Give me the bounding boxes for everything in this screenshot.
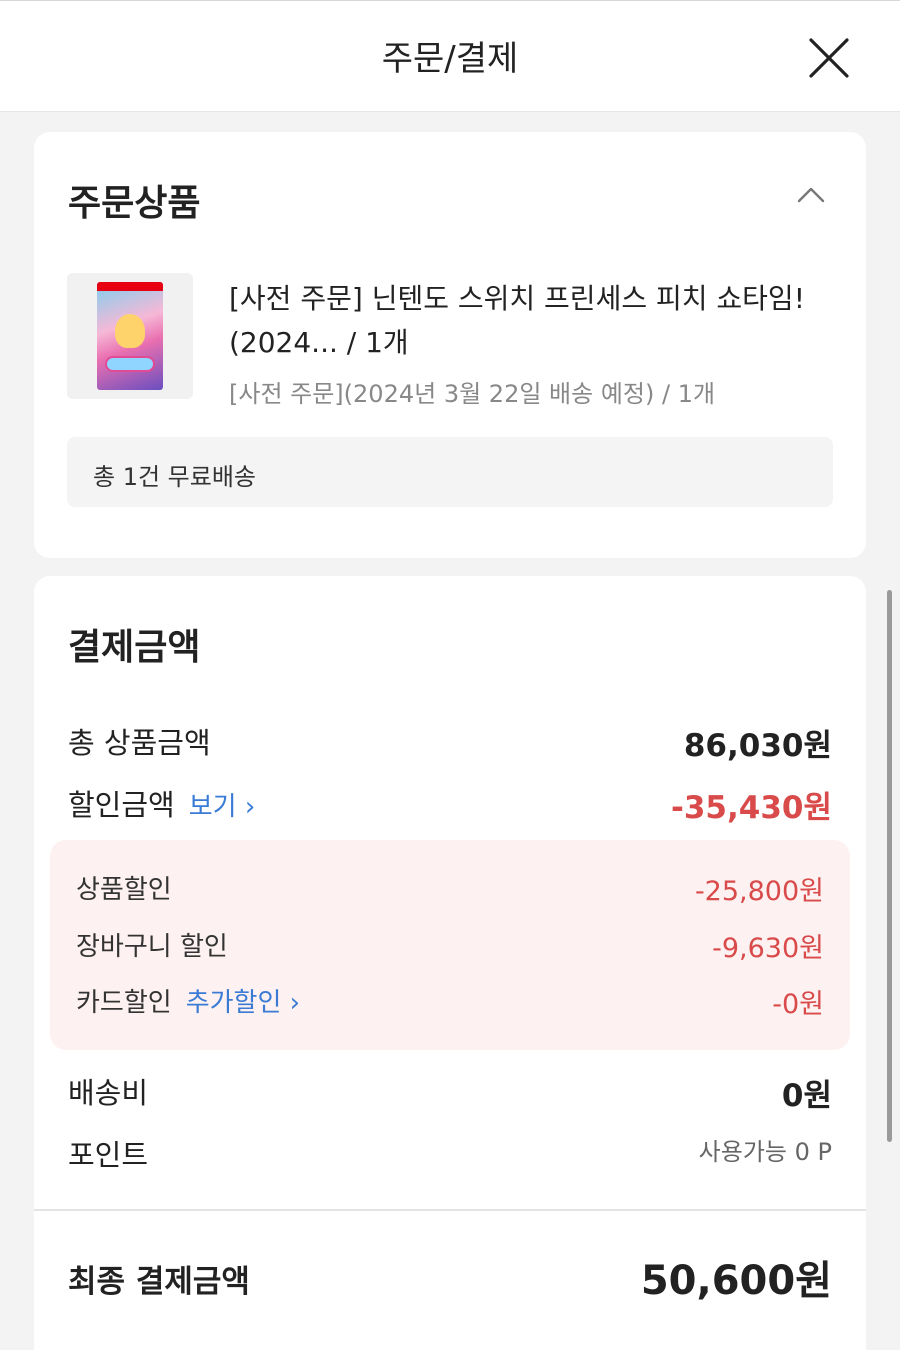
payment-section-title: 결제금액 <box>68 627 201 668</box>
shipping-summary-text: 총 1건 무료배송 <box>93 463 257 491</box>
shipping-summary-box: 총 1건 무료배송 <box>67 437 833 507</box>
points-available-value: 사용가능 0 P <box>698 1138 832 1166</box>
scrollbar[interactable] <box>887 590 892 1142</box>
cart-discount-label: 장바구니 할인 <box>76 932 228 962</box>
shipping-fee-row: 배송비 0원 <box>68 1070 832 1114</box>
close-icon[interactable] <box>808 37 850 79</box>
discount-amount-label-group: 할인금액 보기 › <box>68 782 255 824</box>
discount-view-link[interactable]: 보기 › <box>189 792 256 822</box>
product-option: [사전 주문](2024년 3월 22일 배송 예정) / 1개 <box>229 380 716 408</box>
discount-amount-label: 할인금액 <box>68 788 175 822</box>
shipping-fee-value: 0원 <box>781 1078 832 1114</box>
card-discount-label: 카드할인 <box>76 988 172 1018</box>
total-product-amount-value: 86,030원 <box>683 728 832 764</box>
discount-amount-value: -35,430원 <box>670 790 832 826</box>
card-discount-label-group: 카드할인 추가할인 › <box>76 982 300 1019</box>
discount-row-cart: 장바구니 할인 -9,630원 <box>76 926 824 964</box>
header-bar: 주문/결제 <box>0 0 900 112</box>
total-product-amount-row: 총 상품금액 86,030원 <box>68 720 832 764</box>
order-items-card: 주문상품 [사전 주문] 닌텐도 스위치 프린세스 피치 쇼타임! (2024.… <box>34 132 866 558</box>
points-label: 포인트 <box>68 1138 149 1172</box>
chevron-up-icon[interactable] <box>796 184 826 204</box>
product-name-line1: [사전 주문] 닌텐도 스위치 프린세스 피치 쇼타임! <box>229 282 805 315</box>
discount-amount-row: 할인금액 보기 › -35,430원 <box>68 782 832 826</box>
product-name-line2: (2024... / 1개 <box>229 326 409 359</box>
order-section-title: 주문상품 <box>68 183 201 224</box>
discount-breakdown-box: 상품할인 -25,800원 장바구니 할인 -9,630원 카드할인 추가할인 ›… <box>50 840 850 1050</box>
product-name[interactable]: [사전 주문] 닌텐도 스위치 프린세스 피치 쇼타임! (2024... / … <box>229 277 849 365</box>
page-title: 주문/결제 <box>381 39 519 79</box>
total-product-amount-label: 총 상품금액 <box>68 726 211 760</box>
card-extra-discount-link[interactable]: 추가할인 › <box>186 988 300 1018</box>
product-discount-label: 상품할인 <box>76 875 172 905</box>
cart-discount-value: -9,630원 <box>712 933 824 964</box>
game-box-image <box>97 282 163 390</box>
divider <box>34 1209 866 1211</box>
discount-row-card: 카드할인 추가할인 › -0원 <box>76 982 824 1020</box>
final-payment-label: 최종 결제금액 <box>68 1264 250 1300</box>
shipping-fee-label: 배송비 <box>68 1076 149 1110</box>
payment-card: 결제금액 총 상품금액 86,030원 할인금액 보기 › -35,430원 상품… <box>34 576 866 1350</box>
points-row[interactable]: 포인트 사용가능 0 P <box>68 1132 832 1172</box>
product-discount-value: -25,800원 <box>694 876 824 907</box>
final-payment-value: 50,600원 <box>640 1258 832 1304</box>
card-discount-value: -0원 <box>772 989 824 1020</box>
product-thumbnail[interactable] <box>67 273 193 399</box>
discount-row-product: 상품할인 -25,800원 <box>76 869 824 907</box>
